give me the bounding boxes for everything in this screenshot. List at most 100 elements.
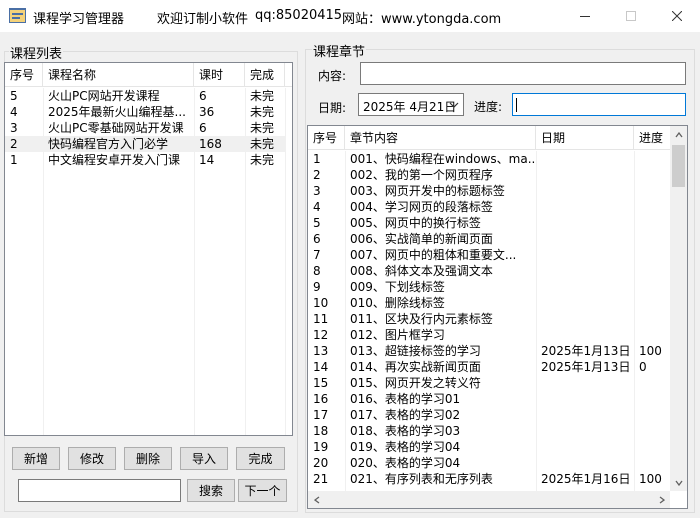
row-done: 未完 — [250, 121, 275, 135]
text-caret — [516, 98, 517, 112]
row-date — [536, 455, 634, 471]
chapter-vertical-scrollbar[interactable] — [670, 126, 687, 491]
next-button[interactable]: 下一个 — [238, 479, 287, 502]
course-list[interactable]: 序号 课程名称 课时 完成 5 火山PC网站开发课程 6 未完 4 2025年最新火山编程… — [4, 62, 293, 436]
chapter-row[interactable]: 10 010、删除线标签 — [308, 295, 670, 311]
search-button[interactable]: 搜索 — [187, 479, 235, 502]
complete-button[interactable]: 完成 — [236, 447, 285, 470]
close-button[interactable] — [654, 0, 700, 32]
chapter-row[interactable]: 15 015、网页开发之转义符 — [308, 375, 670, 391]
column-header-date[interactable]: 日期 — [536, 126, 634, 150]
row-date — [536, 423, 634, 439]
row-hours: 6 — [199, 121, 207, 135]
chapter-row[interactable]: 20 020、表格的学习04 — [308, 455, 670, 471]
row-date — [536, 167, 634, 183]
chapter-row[interactable]: 17 017、表格的学习02 — [308, 407, 670, 423]
delete-button[interactable]: 删除 — [124, 447, 172, 470]
row-progress: 100 — [639, 344, 662, 358]
column-header-hours[interactable]: 课时 — [194, 63, 245, 87]
row-progress — [634, 247, 670, 263]
course-row[interactable]: 5 火山PC网站开发课程 6 未完 — [5, 88, 285, 104]
row-progress — [634, 423, 670, 439]
row-chapter-content: 020、表格的学习04 — [350, 456, 461, 470]
row-index: 2 — [10, 137, 18, 151]
chapter-row[interactable]: 9 009、下划线标签 — [308, 279, 670, 295]
search-input[interactable] — [18, 479, 181, 502]
date-picker[interactable]: 2025年 4月21日 — [358, 93, 464, 116]
course-row[interactable]: 1 中文编程安卓开发入门课 14 未完 — [5, 152, 285, 168]
chapter-row[interactable]: 21 021、有序列表和无序列表 2025年1月16日 100 — [308, 471, 670, 487]
chapter-row[interactable]: 14 014、再次实战新闻页面 2025年1月13日 0 — [308, 359, 670, 375]
row-index: 3 — [313, 184, 321, 198]
chapter-row[interactable]: 16 016、表格的学习01 — [308, 391, 670, 407]
window-title: 课程学习管理器 — [33, 12, 125, 27]
chapter-horizontal-scrollbar[interactable] — [308, 491, 670, 508]
row-index: 21 — [313, 472, 329, 486]
column-header-done[interactable]: 完成 — [245, 63, 285, 87]
date-value: 2025年 4月21日 — [363, 100, 457, 114]
chapter-row[interactable]: 7 007、网页中的粗体和重要文... — [308, 247, 670, 263]
row-progress — [634, 231, 670, 247]
course-row[interactable]: 2 快码编程官方入门必学 168 未完 — [5, 136, 285, 152]
edit-button[interactable]: 修改 — [68, 447, 116, 470]
chapter-list[interactable]: 序号 章节内容 日期 进度 1 001、快码编程在windows、ma... 2 00… — [307, 125, 688, 509]
row-index: 7 — [313, 248, 321, 262]
row-date — [536, 407, 634, 423]
column-header-progress[interactable]: 进度 — [634, 126, 674, 150]
row-progress — [634, 263, 670, 279]
chevron-down-icon[interactable] — [449, 98, 459, 112]
scroll-thumb[interactable] — [672, 145, 685, 187]
row-date — [536, 295, 634, 311]
chapter-row[interactable]: 12 012、图片框学习 — [308, 327, 670, 343]
minimize-button[interactable] — [562, 0, 608, 32]
row-index: 11 — [313, 312, 329, 326]
row-chapter-content: 012、图片框学习 — [350, 328, 445, 342]
import-button[interactable]: 导入 — [180, 447, 228, 470]
row-index: 19 — [313, 440, 329, 454]
progress-input[interactable] — [512, 93, 686, 116]
maximize-icon — [626, 11, 636, 21]
row-index: 6 — [313, 232, 321, 246]
chapter-row[interactable]: 5 005、网页中的换行标签 — [308, 215, 670, 231]
course-row[interactable]: 4 2025年最新火山编程基... 36 未完 — [5, 104, 285, 120]
chapter-row[interactable]: 6 006、实战简单的新闻页面 — [308, 231, 670, 247]
row-progress — [634, 391, 670, 407]
add-button[interactable]: 新增 — [12, 447, 60, 470]
row-progress — [634, 375, 670, 391]
chapter-row[interactable]: 1 001、快码编程在windows、ma... — [308, 151, 670, 167]
row-index: 4 — [313, 200, 321, 214]
row-chapter-content: 011、区块及行内元素标签 — [350, 312, 493, 326]
chapter-row[interactable]: 11 011、区块及行内元素标签 — [308, 311, 670, 327]
column-header-chapter-content[interactable]: 章节内容 — [345, 126, 536, 150]
row-date — [536, 231, 634, 247]
chapter-row[interactable]: 19 019、表格的学习04 — [308, 439, 670, 455]
row-progress — [634, 327, 670, 343]
column-header-course-name[interactable]: 课程名称 — [43, 63, 194, 87]
scroll-right-arrow[interactable] — [653, 491, 670, 508]
row-index: 12 — [313, 328, 329, 342]
chapter-row[interactable]: 3 003、网页开发中的标题标签 — [308, 183, 670, 199]
column-header-index[interactable]: 序号 — [308, 126, 345, 150]
chapter-row[interactable]: 18 018、表格的学习03 — [308, 423, 670, 439]
row-index: 5 — [313, 216, 321, 230]
chapter-row[interactable]: 2 002、我的第一个网页程序 — [308, 167, 670, 183]
scroll-left-arrow[interactable] — [308, 491, 325, 508]
chapter-row[interactable]: 8 008、斜体文本及强调文本 — [308, 263, 670, 279]
row-index: 20 — [313, 456, 329, 470]
column-header-index[interactable]: 序号 — [5, 63, 43, 87]
scroll-up-arrow[interactable] — [670, 126, 687, 143]
row-date: 2025年1月13日 — [541, 344, 631, 358]
chapter-row[interactable]: 4 004、学习网页的段落标签 — [308, 199, 670, 215]
row-chapter-content: 019、表格的学习04 — [350, 440, 461, 454]
title-bar[interactable]: 课程学习管理器 欢迎订制小软件 qq:85020415 网站：www.ytong… — [0, 0, 700, 32]
maximize-button[interactable] — [608, 0, 654, 32]
row-chapter-content: 016、表格的学习01 — [350, 392, 461, 406]
content-input[interactable] — [360, 62, 686, 85]
row-course-name: 火山PC零基础网站开发课 — [48, 121, 184, 135]
scroll-down-arrow[interactable] — [670, 474, 687, 491]
row-hours: 6 — [199, 89, 207, 103]
chapter-row[interactable]: 13 013、超链接标签的学习 2025年1月13日 100 — [308, 343, 670, 359]
course-row[interactable]: 3 火山PC零基础网站开发课 6 未完 — [5, 120, 285, 136]
row-index: 8 — [313, 264, 321, 278]
row-chapter-content: 005、网页中的换行标签 — [350, 216, 481, 230]
